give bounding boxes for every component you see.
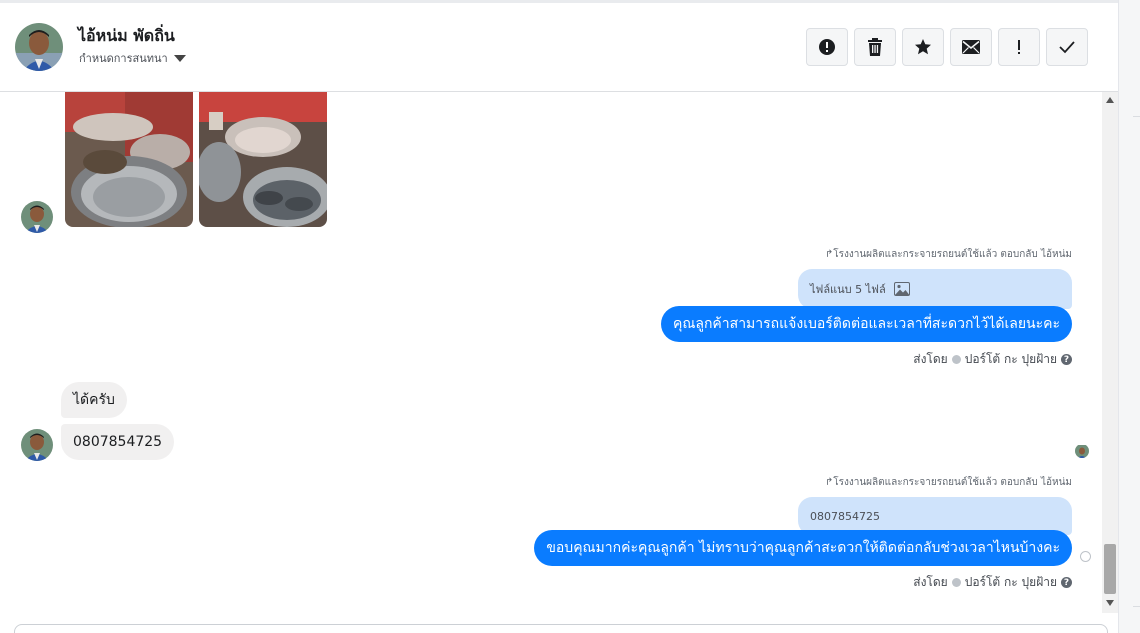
mark-done-button[interactable]	[1046, 28, 1088, 66]
caret-down-icon	[173, 55, 186, 62]
contact-avatar-small[interactable]	[21, 201, 53, 233]
quoted-text: 0807854725	[810, 509, 880, 523]
message-composer[interactable]	[14, 624, 1108, 633]
contact-avatar[interactable]	[15, 23, 63, 71]
messenger-inbox: ไอ้หน่ม พัดถิ่น กำหนดการสนทนา ↱โรงงานผลิ…	[0, 0, 1140, 633]
scroll-down-arrow-icon[interactable]	[1106, 600, 1114, 606]
top-divider	[0, 0, 1118, 3]
reply-arrow-icon: ↱	[824, 477, 834, 488]
help-icon[interactable]: ?	[1061, 354, 1072, 365]
reply-context: ↱โรงงานผลิตและกระจายรถยนต์ใช้แล้ว ตอบกลั…	[825, 247, 1072, 262]
follow-up-button[interactable]	[998, 28, 1040, 66]
thread-scrollbar[interactable]	[1102, 92, 1118, 613]
assign-label: กำหนดการสนทนา	[79, 52, 168, 65]
reply-context-text: โรงงานผลิตและกระจายรถยนต์ใช้แล้ว ตอบกลับ…	[833, 249, 1072, 260]
mark-unread-button[interactable]	[950, 28, 992, 66]
sent-by-label: ส่งโดย	[913, 575, 948, 589]
outgoing-message[interactable]: คุณลูกค้าสามารถแจ้งเบอร์ติดต่อและเวลาที่…	[661, 306, 1072, 342]
contact-avatar-small[interactable]	[21, 429, 53, 461]
assign-conversation-dropdown[interactable]: กำหนดการสนทนา	[79, 49, 186, 67]
contact-name[interactable]: ไอ้หน่ม พัดถิ่น	[78, 24, 175, 49]
star-button[interactable]	[902, 28, 944, 66]
alert-circle-icon	[819, 39, 835, 55]
side-panel-edge	[1118, 0, 1140, 633]
shared-photo[interactable]	[65, 92, 193, 227]
sent-by-label: ส่งโดย	[913, 352, 948, 366]
check-circle-icon	[951, 355, 961, 364]
delivered-check-icon	[1080, 551, 1091, 562]
quoted-message[interactable]: ไฟล์แนบ 5 ไฟล์	[798, 269, 1072, 309]
shared-photo[interactable]	[199, 92, 327, 227]
reply-context-text: โรงงานผลิตและกระจายรถยนต์ใช้แล้ว ตอบกลับ…	[833, 477, 1072, 488]
incoming-message[interactable]: ได้ครับ	[61, 382, 127, 418]
reply-context: ↱โรงงานผลิตและกระจายรถยนต์ใช้แล้ว ตอบกลั…	[825, 475, 1072, 490]
trash-icon	[868, 38, 882, 56]
delete-button[interactable]	[854, 28, 896, 66]
scroll-thumb[interactable]	[1104, 544, 1116, 594]
sender-name[interactable]: ปอร์โต้ กะ ปุยฝ้าย	[965, 573, 1057, 592]
spam-button[interactable]	[806, 28, 848, 66]
incoming-message[interactable]: 0807854725	[61, 424, 175, 460]
sender-name[interactable]: ปอร์โต้ กะ ปุยฝ้าย	[965, 350, 1057, 369]
exclamation-icon	[1018, 40, 1020, 54]
checkmark-icon	[1059, 41, 1075, 54]
outgoing-message[interactable]: ขอบคุณมากค่ะคุณลูกค้า ไม่ทราบว่าคุณลูกค้…	[534, 530, 1072, 566]
seen-avatar	[1075, 444, 1089, 458]
divider	[1133, 116, 1140, 117]
star-icon	[915, 39, 931, 55]
help-icon[interactable]: ?	[1061, 577, 1072, 588]
image-icon	[893, 282, 910, 296]
quoted-text: ไฟล์แนบ 5 ไฟล์	[810, 283, 886, 296]
check-circle-icon	[951, 578, 961, 587]
envelope-icon	[962, 40, 980, 54]
sent-by-info: ส่งโดย ปอร์โต้ กะ ปุยฝ้าย ?	[913, 573, 1072, 592]
reply-arrow-icon: ↱	[824, 249, 834, 260]
scroll-up-arrow-icon[interactable]	[1106, 97, 1114, 103]
conversation-header: ไอ้หน่ม พัดถิ่น กำหนดการสนทนา	[0, 0, 1118, 92]
sent-by-info: ส่งโดย ปอร์โต้ กะ ปุยฝ้าย ?	[913, 350, 1072, 369]
message-thread[interactable]: ↱โรงงานผลิตและกระจายรถยนต์ใช้แล้ว ตอบกลั…	[0, 92, 1102, 617]
divider	[1133, 606, 1140, 607]
conversation-toolbar	[806, 28, 1088, 66]
